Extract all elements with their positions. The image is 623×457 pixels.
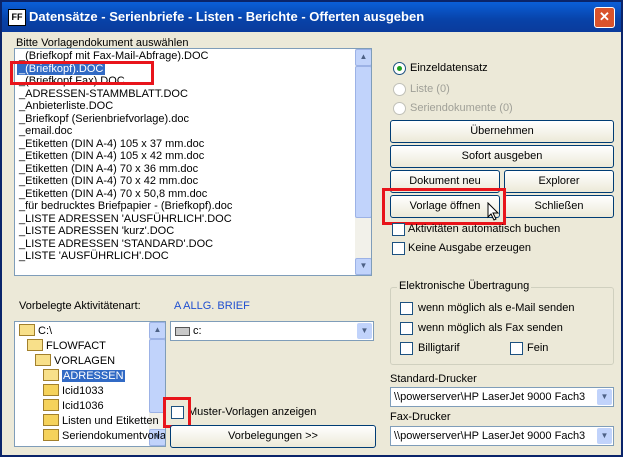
- folder-label: Icid1033: [62, 385, 104, 397]
- standard-printer-value: \\powerserver\HP LaserJet 9000 Fach3: [394, 391, 586, 403]
- mouse-cursor-icon: [487, 202, 500, 221]
- schliessen-button[interactable]: Schließen: [504, 195, 614, 218]
- folder-label: C:\: [38, 325, 53, 337]
- standard-printer-select[interactable]: \\powerserver\HP LaserJet 9000 Fach3 ▼: [390, 387, 614, 407]
- template-list-item[interactable]: _für bedrucktes Briefpapier - (Briefkopf…: [17, 200, 234, 212]
- aktivitaeten-label: Aktivitäten automatisch buchen: [408, 223, 561, 235]
- scroll-up-icon[interactable]: ▲: [149, 322, 165, 339]
- template-list-item[interactable]: _Briefkopf (Serienbriefvorlage).doc: [17, 113, 191, 125]
- folder-open-icon: [19, 324, 35, 337]
- template-list-item[interactable]: _LISTE ADRESSEN 'STANDARD'.DOC: [17, 238, 215, 250]
- folder-tree-item[interactable]: Icid1036: [43, 399, 104, 414]
- chevron-down-icon[interactable]: ▼: [357, 323, 372, 339]
- radio-einzeldatensatz-label: Einzeldatensatz: [410, 62, 488, 74]
- radio-seriendokumente[interactable]: [393, 102, 406, 115]
- folder-label: ADRESSEN: [62, 370, 125, 382]
- template-list-item[interactable]: _ADRESSEN-STAMMBLATT.DOC: [17, 88, 190, 100]
- app-icon: FF: [8, 9, 26, 26]
- folder-tree-item[interactable]: Listen und Etiketten: [43, 414, 159, 429]
- scroll-up-icon[interactable]: ▲: [355, 49, 371, 66]
- folder-label: VORLAGEN: [54, 355, 116, 367]
- radio-liste-label: Liste (0): [410, 83, 450, 95]
- template-list-item[interactable]: _Etiketten (DIN A-4) 70 x 50,8 mm.doc: [17, 188, 209, 200]
- chevron-down-icon[interactable]: ▼: [597, 428, 612, 444]
- explorer-button[interactable]: Explorer: [504, 170, 614, 193]
- folder-icon: [43, 429, 59, 442]
- email-checkbox[interactable]: [400, 302, 413, 315]
- template-list-item[interactable]: _Etiketten (DIN A-4) 105 x 37 mm.doc: [17, 138, 206, 150]
- folder-tree-item[interactable]: FLOWFACT: [27, 339, 106, 354]
- fein-label: Fein: [527, 342, 549, 354]
- folder-tree[interactable]: ▲ ▼ C:\ FLOWFACT VORLAGEN ADRESSEN Icid1033 I…: [14, 321, 166, 447]
- drive-select[interactable]: c: ▼: [170, 321, 374, 341]
- template-list-item[interactable]: _Etiketten (DIN A-4) 105 x 42 mm.doc: [17, 150, 206, 162]
- folder-label: Listen und Etiketten: [62, 415, 159, 427]
- template-list-item[interactable]: _Etiketten (DIN A-4) 70 x 42 mm.doc: [17, 175, 200, 187]
- template-list-item[interactable]: _LISTE ADRESSEN 'kurz'.DOC: [17, 225, 176, 237]
- folder-label: Icid1036: [62, 400, 104, 412]
- fax-printer-value: \\powerserver\HP LaserJet 9000 Fach3: [394, 430, 586, 442]
- template-list-scrollbar[interactable]: ▲ ▼: [355, 49, 371, 275]
- close-button[interactable]: ✕: [594, 7, 615, 28]
- folder-open-icon: [35, 354, 51, 367]
- fax-printer-label: Fax-Drucker: [390, 411, 451, 423]
- sofort-ausgeben-button[interactable]: Sofort ausgeben: [390, 145, 614, 168]
- muster-vorlagen-label: Muster-Vorlagen anzeigen: [188, 406, 317, 418]
- fax-printer-select[interactable]: \\powerserver\HP LaserJet 9000 Fach3 ▼: [390, 426, 614, 446]
- folder-tree-item[interactable]: C:\: [19, 324, 52, 339]
- folder-tree-item[interactable]: Icid1033: [43, 384, 104, 399]
- drive-icon: [175, 326, 190, 336]
- highlight-box-muster: [163, 397, 191, 428]
- fein-checkbox[interactable]: [510, 342, 523, 355]
- title-bar[interactable]: FF Datensätze - Serienbriefe - Listen - …: [2, 2, 621, 32]
- email-label: wenn möglich als e-Mail senden: [418, 302, 575, 314]
- scroll-down-icon[interactable]: ▼: [355, 258, 371, 275]
- highlight-box-selected-template: [10, 61, 154, 85]
- activity-value: A ALLG. BRIEF: [174, 300, 250, 312]
- drive-value: c:: [193, 325, 202, 337]
- fax-checkbox[interactable]: [400, 322, 413, 335]
- scroll-thumb[interactable]: [355, 66, 371, 218]
- radio-seriendokumente-label: Seriendokumente (0): [410, 102, 513, 114]
- folder-icon: [43, 384, 59, 397]
- folder-open-icon: [27, 339, 43, 352]
- folder-icon: [43, 414, 59, 427]
- keine-ausgabe-label: Keine Ausgabe erzeugen: [408, 242, 531, 254]
- folder-icon: [43, 399, 59, 412]
- keine-ausgabe-checkbox[interactable]: [392, 242, 405, 255]
- folder-label: FLOWFACT: [46, 340, 106, 352]
- folder-open-icon: [43, 369, 59, 382]
- billigtarif-checkbox[interactable]: [400, 342, 413, 355]
- dialog-window: FF Datensätze - Serienbriefe - Listen - …: [0, 0, 623, 457]
- activity-label: Vorbelegte Aktivitätenart:: [19, 300, 141, 312]
- template-list-item[interactable]: _LISTE ADRESSEN 'AUSFÜHRLICH'.DOC: [17, 213, 234, 225]
- standard-printer-label: Standard-Drucker: [390, 373, 477, 385]
- vorbelegungen-button[interactable]: Vorbelegungen >>: [170, 425, 376, 448]
- template-list-item[interactable]: _LISTE 'AUSFÜHRLICH'.DOC: [17, 250, 171, 262]
- template-list-item[interactable]: _email.doc: [17, 125, 74, 137]
- electronic-transfer-title: Elektronische Übertragung: [397, 280, 532, 292]
- folder-label: Seriendokumentvorla: [62, 430, 166, 442]
- uebernehmen-button[interactable]: Übernehmen: [390, 120, 614, 143]
- template-list-item[interactable]: _Etiketten (DIN A-4) 70 x 36 mm.doc: [17, 163, 200, 175]
- folder-tree-item[interactable]: Seriendokumentvorla: [43, 429, 166, 444]
- radio-einzeldatensatz[interactable]: [393, 62, 406, 75]
- aktivitaeten-checkbox[interactable]: [392, 223, 405, 236]
- folder-tree-item[interactable]: ADRESSEN: [43, 369, 125, 384]
- billigtarif-label: Billigtarif: [418, 342, 460, 354]
- template-list-item[interactable]: _Anbieterliste.DOC: [17, 100, 115, 112]
- radio-liste[interactable]: [393, 83, 406, 96]
- fax-label: wenn möglich als Fax senden: [418, 322, 563, 334]
- folder-tree-item[interactable]: VORLAGEN: [35, 354, 115, 369]
- window-title: Datensätze - Serienbriefe - Listen - Ber…: [29, 9, 425, 24]
- chevron-down-icon[interactable]: ▼: [597, 389, 612, 405]
